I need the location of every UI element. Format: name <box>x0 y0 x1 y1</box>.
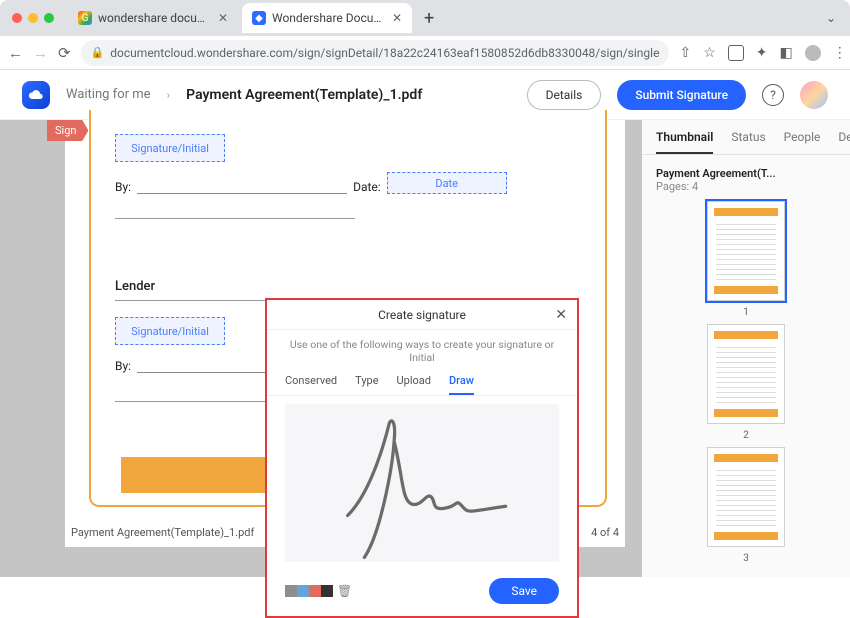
divider <box>115 218 355 219</box>
side-panel-icon[interactable]: ◧ <box>779 45 792 61</box>
submit-signature-button[interactable]: Submit Signature <box>617 80 746 110</box>
page-indicator: 4 of 4 <box>591 526 619 539</box>
by-label: By: <box>115 180 131 194</box>
thumbnail-doc-title: Payment Agreement(T... <box>656 167 836 180</box>
browser-toolbar: ← → ⟳ 🔒 documentcloud.wondershare.com/si… <box>0 36 850 70</box>
signature-drawing <box>285 404 559 562</box>
browser-tab-strip: G wondershare document cloud ✕ ◆ Wonders… <box>0 0 850 36</box>
color-swatch-black[interactable] <box>321 585 333 597</box>
browser-tab-1[interactable]: G wondershare document cloud ✕ <box>68 3 238 33</box>
minimize-window-icon[interactable] <box>28 13 38 23</box>
thumb-number: 3 <box>743 553 749 564</box>
trash-icon[interactable]: 🗑 <box>337 584 352 598</box>
forward-button: → <box>33 44 48 62</box>
tab-people[interactable]: People <box>784 130 821 154</box>
modal-header: Create signature ✕ <box>267 300 577 330</box>
signature-field[interactable]: Signature/Initial <box>115 134 225 162</box>
modal-subtitle: Use one of the following ways to create … <box>267 330 577 370</box>
thumb-number: 2 <box>743 430 749 441</box>
close-window-icon[interactable] <box>12 13 22 23</box>
modal-tabs: Conserved Type Upload Draw <box>267 370 577 396</box>
workspace: Sign Signature/Initial By: Date: Date Le… <box>0 120 850 577</box>
reload-button[interactable]: ⟳ <box>58 44 71 62</box>
thumbnail-page-count: Pages: 4 <box>656 180 836 193</box>
extension-icon[interactable] <box>728 45 744 61</box>
tab-title: Wondershare Document Cloud <box>272 11 386 25</box>
modal-title: Create signature <box>378 308 466 322</box>
close-tab-icon[interactable]: ✕ <box>218 11 228 25</box>
signature-field[interactable]: Signature/Initial <box>115 317 225 345</box>
tab-title: wondershare document cloud <box>98 11 212 25</box>
share-icon[interactable]: ⇧ <box>679 45 691 61</box>
color-swatches: 🗑 <box>285 584 352 598</box>
footer-doc-name: Payment Agreement(Template)_1.pdf <box>71 526 254 539</box>
color-swatch-red[interactable] <box>309 585 321 597</box>
tab-conserved[interactable]: Conserved <box>285 374 337 395</box>
thumb-number: 1 <box>743 307 749 318</box>
tab-status[interactable]: Status <box>731 130 765 154</box>
date-label: Date: <box>353 180 381 194</box>
menu-icon[interactable]: ⋮ <box>833 45 847 61</box>
chevron-right-icon: › <box>167 88 171 102</box>
sign-here-tag[interactable]: Sign <box>47 120 88 141</box>
sidebar-tabs: Thumbnail Status People Details <box>642 120 850 155</box>
close-icon[interactable]: ✕ <box>555 307 567 323</box>
tab-overflow-icon[interactable]: ⌄ <box>826 11 842 25</box>
cloud-icon <box>28 87 44 103</box>
date-field[interactable]: Date <box>387 172 507 194</box>
maximize-window-icon[interactable] <box>44 13 54 23</box>
signature-line <box>137 176 347 194</box>
window-controls[interactable] <box>12 13 54 23</box>
favicon-wondershare-icon: ◆ <box>252 11 266 25</box>
back-button[interactable]: ← <box>8 44 23 62</box>
by-label: By: <box>115 359 131 373</box>
thumbnail-header: Payment Agreement(T... Pages: 4 <box>642 155 850 195</box>
url-text: documentcloud.wondershare.com/sign/signD… <box>110 46 659 60</box>
color-swatch-gray[interactable] <box>285 585 297 597</box>
favicon-google-icon: G <box>78 11 92 25</box>
document-name: Payment Agreement(Template)_1.pdf <box>186 87 422 103</box>
tab-type[interactable]: Type <box>355 374 378 395</box>
color-swatch-blue[interactable] <box>297 585 309 597</box>
browser-tab-2[interactable]: ◆ Wondershare Document Cloud ✕ <box>242 3 412 33</box>
lender-heading: Lender <box>115 279 581 294</box>
tab-draw[interactable]: Draw <box>449 374 474 395</box>
user-avatar[interactable] <box>800 81 828 109</box>
breadcrumb[interactable]: Waiting for me <box>66 87 151 102</box>
help-icon[interactable]: ? <box>762 84 784 106</box>
address-bar[interactable]: 🔒 documentcloud.wondershare.com/sign/sig… <box>81 40 670 66</box>
page-thumbnail-2[interactable] <box>707 324 785 424</box>
lock-icon: 🔒 <box>91 46 105 59</box>
close-tab-icon[interactable]: ✕ <box>392 11 402 25</box>
browser-actions: ⇧ ☆ ✦ ◧ ⋮ <box>679 45 846 61</box>
extensions-icon[interactable]: ✦ <box>756 45 768 61</box>
right-sidebar: Thumbnail Status People Details Payment … <box>642 120 850 577</box>
bookmark-icon[interactable]: ☆ <box>703 45 716 61</box>
tab-details[interactable]: Details <box>838 130 850 154</box>
details-button[interactable]: Details <box>527 80 602 110</box>
save-button[interactable]: Save <box>489 578 559 604</box>
page-thumbnail-3[interactable] <box>707 447 785 547</box>
page-thumbnail-1[interactable] <box>707 201 785 301</box>
thumbnail-list[interactable]: 1 2 3 <box>642 195 850 570</box>
signature-canvas[interactable] <box>285 404 559 562</box>
tab-upload[interactable]: Upload <box>397 374 431 395</box>
app-logo[interactable] <box>22 81 50 109</box>
tab-thumbnail[interactable]: Thumbnail <box>656 130 713 154</box>
create-signature-modal: Create signature ✕ Use one of the follow… <box>265 298 579 618</box>
new-tab-button[interactable]: + <box>416 8 442 29</box>
profile-icon[interactable] <box>805 45 821 61</box>
